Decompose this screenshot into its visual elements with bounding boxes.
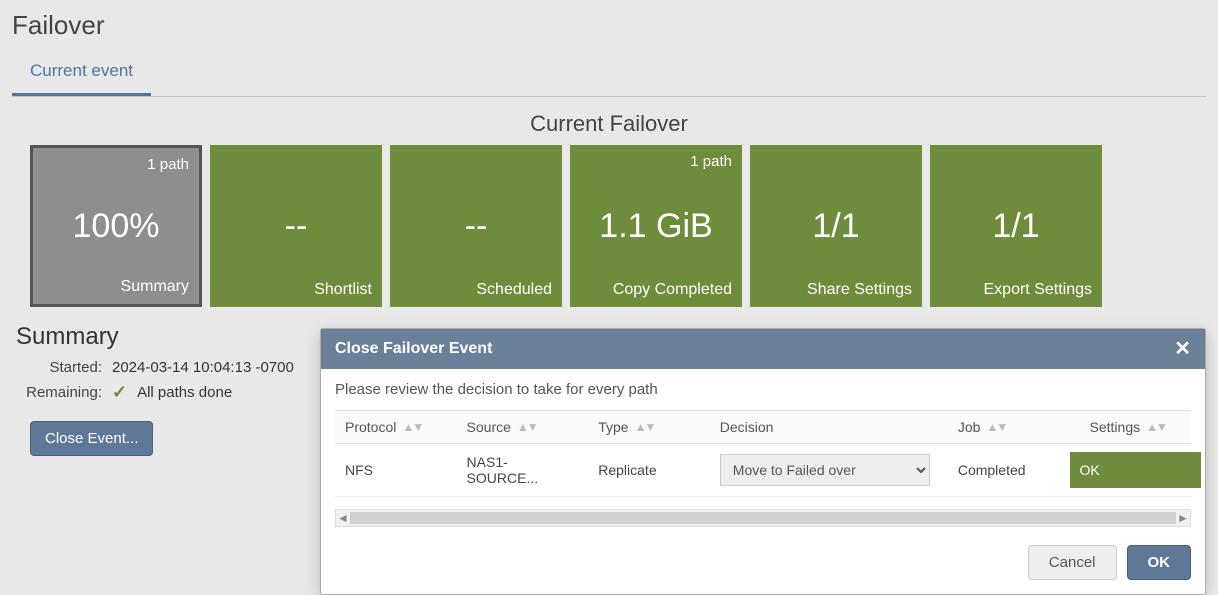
sort-icon: ▲▼	[402, 421, 422, 433]
card-shortlist-label: Shortlist	[314, 281, 372, 299]
horizontal-scrollbar[interactable]: ◄ ►	[335, 509, 1191, 527]
col-source[interactable]: Source ▲▼	[457, 411, 589, 444]
cell-type: Replicate	[588, 444, 710, 497]
col-settings[interactable]: Settings ▲▼	[1080, 411, 1191, 444]
card-export-settings[interactable]: 1/1 Export Settings	[930, 145, 1102, 307]
card-summary-label: Summary	[121, 278, 189, 296]
col-decision[interactable]: Decision	[710, 411, 948, 444]
col-type-label: Type	[598, 419, 628, 435]
card-copy-completed-value: 1.1 GiB	[599, 207, 712, 246]
modal-title: Close Failover Event	[335, 340, 492, 358]
cell-protocol: NFS	[335, 444, 457, 497]
modal-footer: Cancel OK	[321, 537, 1205, 594]
ok-button[interactable]: OK	[1127, 545, 1192, 580]
scrollbar-thumb[interactable]	[350, 512, 1176, 524]
card-shortlist[interactable]: -- Shortlist	[210, 145, 382, 307]
started-label: Started:	[16, 359, 102, 376]
sort-icon: ▲▼	[635, 421, 655, 433]
tab-current-event[interactable]: Current event	[12, 49, 151, 96]
cell-settings-ok: OK	[1070, 452, 1201, 488]
close-event-button[interactable]: Close Event...	[30, 421, 153, 456]
check-icon: ✓	[112, 382, 127, 403]
close-icon[interactable]: ✕	[1174, 339, 1191, 359]
cell-source: NAS1-SOURCE...	[457, 444, 589, 497]
card-scheduled[interactable]: -- Scheduled	[390, 145, 562, 307]
table-header-row: Protocol ▲▼ Source ▲▼ Type ▲▼ Decision Job ▲…	[335, 411, 1191, 444]
remaining-value: All paths done	[137, 384, 232, 401]
sort-icon: ▲▼	[1146, 421, 1166, 433]
card-copy-completed-top: 1 path	[690, 153, 732, 170]
card-share-settings-label: Share Settings	[807, 281, 912, 299]
card-summary[interactable]: 1 path 100% Summary	[30, 145, 202, 307]
col-job[interactable]: Job ▲▼	[948, 411, 1080, 444]
close-failover-modal: Close Failover Event ✕ Please review the…	[320, 328, 1206, 595]
col-protocol[interactable]: Protocol ▲▼	[335, 411, 457, 444]
col-source-label: Source	[467, 419, 511, 435]
sort-icon: ▲▼	[517, 421, 537, 433]
page-title: Failover	[12, 10, 1206, 41]
tabs: Current event	[12, 49, 1206, 97]
scroll-right-icon[interactable]: ►	[1176, 511, 1190, 525]
col-type[interactable]: Type ▲▼	[588, 411, 710, 444]
modal-subtitle: Please review the decision to take for e…	[335, 381, 1191, 398]
card-export-settings-value: 1/1	[992, 207, 1039, 246]
table-row: NFS NAS1-SOURCE... Replicate Move to Fai…	[335, 444, 1191, 497]
card-copy-completed-label: Copy Completed	[613, 281, 732, 299]
card-export-settings-label: Export Settings	[984, 281, 1093, 299]
remaining-label: Remaining:	[16, 384, 102, 401]
cell-job: Completed	[948, 444, 1080, 497]
modal-header: Close Failover Event ✕	[321, 329, 1205, 369]
col-protocol-label: Protocol	[345, 419, 396, 435]
card-shortlist-value: --	[285, 207, 308, 246]
col-decision-label: Decision	[720, 419, 774, 435]
scroll-left-icon[interactable]: ◄	[336, 511, 350, 525]
cancel-button[interactable]: Cancel	[1028, 545, 1117, 580]
card-scheduled-value: --	[465, 207, 488, 246]
card-copy-completed[interactable]: 1 path 1.1 GiB Copy Completed	[570, 145, 742, 307]
card-summary-top: 1 path	[147, 156, 189, 173]
card-summary-value: 100%	[73, 207, 160, 246]
decision-select[interactable]: Move to Failed over	[720, 454, 930, 486]
col-job-label: Job	[958, 419, 981, 435]
started-value: 2024-03-14 10:04:13 -0700	[112, 359, 294, 376]
col-settings-label: Settings	[1090, 419, 1141, 435]
failover-cards: 1 path 100% Summary -- Shortlist -- Sche…	[12, 145, 1206, 307]
sort-icon: ▲▼	[986, 421, 1006, 433]
section-title: Current Failover	[12, 111, 1206, 137]
decision-table: Protocol ▲▼ Source ▲▼ Type ▲▼ Decision Job ▲…	[335, 410, 1191, 497]
card-share-settings[interactable]: 1/1 Share Settings	[750, 145, 922, 307]
card-share-settings-value: 1/1	[812, 207, 859, 246]
card-scheduled-label: Scheduled	[476, 281, 552, 299]
